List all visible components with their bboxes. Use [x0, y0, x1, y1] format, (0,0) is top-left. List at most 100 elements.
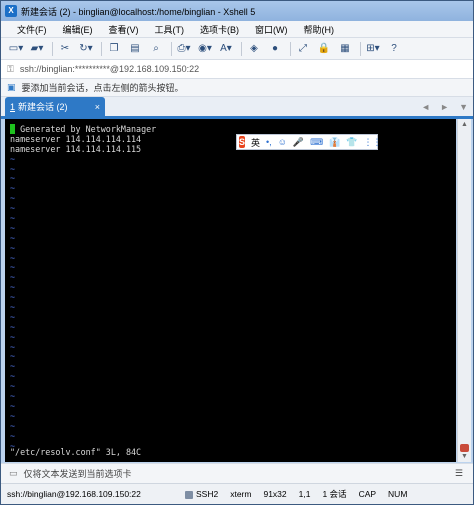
- toolbar-divider: [101, 41, 102, 56]
- tab-label: 新建会话 (2): [18, 102, 68, 112]
- send-icon[interactable]: ▭: [9, 468, 18, 479]
- menu-edit[interactable]: 编辑(E): [55, 23, 101, 36]
- sogou-logo-icon[interactable]: S: [239, 136, 246, 148]
- scroll-up-icon[interactable]: ▲: [458, 119, 471, 130]
- toolbar-divider: [52, 41, 53, 56]
- tilde-line: ~: [10, 193, 16, 204]
- tab-prev-icon[interactable]: ◄: [421, 102, 430, 112]
- window-title: 新建会话 (2) - binglian@localhost:/home/bing…: [21, 6, 256, 17]
- tilde-line: ~: [10, 183, 16, 194]
- tilde-line: ~: [10, 351, 16, 362]
- terminal-line-text: Generated by NetworkManager: [15, 124, 157, 134]
- title-bar: X 新建会话 (2) - binglian@localhost:/home/bi…: [1, 1, 473, 21]
- tilde-line: ~: [10, 400, 16, 411]
- toolbar-divider: [290, 41, 291, 56]
- help-icon[interactable]: ?: [385, 41, 403, 57]
- status-terminal-type: xterm: [230, 489, 252, 499]
- open-folder-icon[interactable]: ▰▾: [28, 41, 46, 57]
- tilde-line: ~: [10, 321, 16, 332]
- new-session-icon[interactable]: ▭▾: [7, 41, 25, 57]
- send-bar-text: 仅将文本发送到当前选项卡: [23, 469, 132, 479]
- menu-tabs[interactable]: 选项卡(B): [192, 23, 247, 36]
- color-scheme-icon[interactable]: ◉▾: [196, 41, 214, 57]
- ime-toolbar[interactable]: S 英 •, ☺ 🎤 ⌨ 👔 👕 ⋮⋮: [236, 134, 382, 150]
- skin-icon[interactable]: 👔: [329, 137, 340, 148]
- tilde-line: ~: [10, 213, 16, 224]
- tilde-line: ~: [10, 292, 16, 303]
- status-num: NUM: [388, 489, 408, 499]
- menu-bar: 文件(F) 编辑(E) 查看(V) 工具(T) 选项卡(B) 窗口(W) 帮助(…: [1, 21, 473, 38]
- tilde-line: ~: [10, 242, 16, 253]
- tilde-line: ~: [10, 163, 16, 174]
- status-position: 1,1: [298, 489, 311, 499]
- tab-bar: 1 新建会话 (2) × ◄ ► ▼: [1, 97, 473, 119]
- menu-file[interactable]: 文件(F): [9, 23, 55, 36]
- toolbar-divider: [360, 41, 361, 56]
- tab-session-1[interactable]: 1 新建会话 (2) ×: [5, 97, 105, 116]
- tilde-line: ~: [10, 331, 16, 342]
- compose-icon[interactable]: ▦: [336, 41, 354, 57]
- tilde-line: ~: [10, 311, 16, 322]
- toolbar-divider: [171, 41, 172, 56]
- tilde-line: ~: [10, 420, 16, 431]
- status-sessions: 1 会话: [322, 489, 347, 499]
- status-bar: ssh://binglian@192.168.109.150:22 SSH2 x…: [1, 483, 473, 504]
- tab-menu-icon[interactable]: ▼: [459, 102, 468, 112]
- fullscreen-icon[interactable]: ⤢: [294, 41, 312, 57]
- shirt-icon[interactable]: 👕: [346, 137, 357, 148]
- send-menu-icon[interactable]: ☰: [455, 468, 463, 479]
- terminal-screen[interactable]: Generated by NetworkManager nameserver 1…: [5, 119, 456, 462]
- status-size: 91x32: [263, 489, 287, 499]
- tilde-line: ~: [10, 391, 16, 402]
- hint-text: 要添加当前会话，点击左侧的箭头按钮。: [21, 83, 184, 93]
- paste-icon[interactable]: ▤: [126, 41, 144, 57]
- close-icon[interactable]: ×: [95, 102, 100, 112]
- find-icon[interactable]: ⌕: [147, 41, 165, 57]
- tab-next-icon[interactable]: ►: [440, 102, 449, 112]
- menu-view[interactable]: 查看(V): [101, 23, 147, 36]
- tilde-line: ~: [10, 341, 16, 352]
- tilde-line: ~: [10, 222, 16, 233]
- empty-line-markers: ~ ~ ~ ~ ~ ~ ~ ~ ~ ~ ~ ~ ~ ~ ~ ~ ~ ~ ~ ~ ~ ~ ~ ~ ~ ~ ~ ~ ~ ~: [10, 154, 456, 452]
- menu-help[interactable]: 帮助(H): [296, 23, 343, 36]
- tilde-line: ~: [10, 430, 16, 441]
- ime-mode-toggle[interactable]: 英: [251, 136, 260, 149]
- xagent-icon[interactable]: ●: [266, 41, 284, 57]
- reconnect-icon[interactable]: ↻▾: [77, 41, 95, 57]
- tilde-line: ~: [10, 173, 16, 184]
- emoji-icon[interactable]: ☺: [278, 137, 287, 147]
- hint-bar: ▣ 要添加当前会话，点击左侧的箭头按钮。: [1, 79, 473, 97]
- disconnect-icon[interactable]: ✂: [56, 41, 74, 57]
- menu-tools[interactable]: 工具(T): [147, 23, 193, 36]
- tilde-line: ~: [10, 232, 16, 243]
- status-protocol: SSH2: [179, 489, 224, 499]
- new-tab-icon[interactable]: ⊞▾: [364, 41, 382, 57]
- terminal-line: nameserver 114.114.114.115: [10, 143, 142, 154]
- font-icon[interactable]: A▾: [217, 41, 235, 57]
- xshell-window: X 新建会话 (2) - binglian@localhost:/home/bi…: [0, 0, 474, 505]
- vim-status-line: "/etc/resolv.conf" 3L, 84C: [10, 447, 142, 457]
- lock-status-icon: ⚿: [7, 63, 14, 74]
- protocol-label: SSH2: [196, 489, 219, 499]
- status-connection: ssh://binglian@192.168.109.150:22: [7, 489, 141, 499]
- send-bar[interactable]: ▭ 仅将文本发送到当前选项卡 ☰: [1, 463, 473, 483]
- menu-window[interactable]: 窗口(W): [247, 23, 296, 36]
- arrow-icon[interactable]: ▣: [7, 82, 16, 93]
- toolbar-divider: [241, 41, 242, 56]
- copy-icon[interactable]: ❐: [105, 41, 123, 57]
- xshell-app-icon[interactable]: X: [5, 5, 17, 17]
- menu-grid-icon[interactable]: ⋮⋮: [364, 137, 382, 148]
- scroll-down-icon[interactable]: ▼: [458, 451, 471, 462]
- address-text[interactable]: ssh://binglian:**********@192.168.109.15…: [20, 64, 199, 74]
- vertical-scrollbar[interactable]: ▲ ▼: [457, 119, 471, 462]
- tilde-line: ~: [10, 302, 16, 313]
- toolbar: ▭▾ ▰▾ ✂ ↻▾ ❐ ▤ ⌕ ⎙▾ ◉▾ A▾ ◈ ● ⤢ 🔒 ▦ ⊞▾ ?: [1, 38, 473, 60]
- xftp-icon[interactable]: ◈: [245, 41, 263, 57]
- tilde-line: ~: [10, 410, 16, 421]
- keyboard-icon[interactable]: ⌨: [310, 137, 323, 148]
- address-bar[interactable]: ⚿ ssh://binglian:**********@192.168.109.…: [1, 60, 473, 79]
- lock-icon[interactable]: 🔒: [315, 41, 333, 57]
- punctuation-icon[interactable]: •,: [266, 137, 272, 147]
- microphone-icon[interactable]: 🎤: [293, 137, 304, 148]
- print-icon[interactable]: ⎙▾: [175, 41, 193, 57]
